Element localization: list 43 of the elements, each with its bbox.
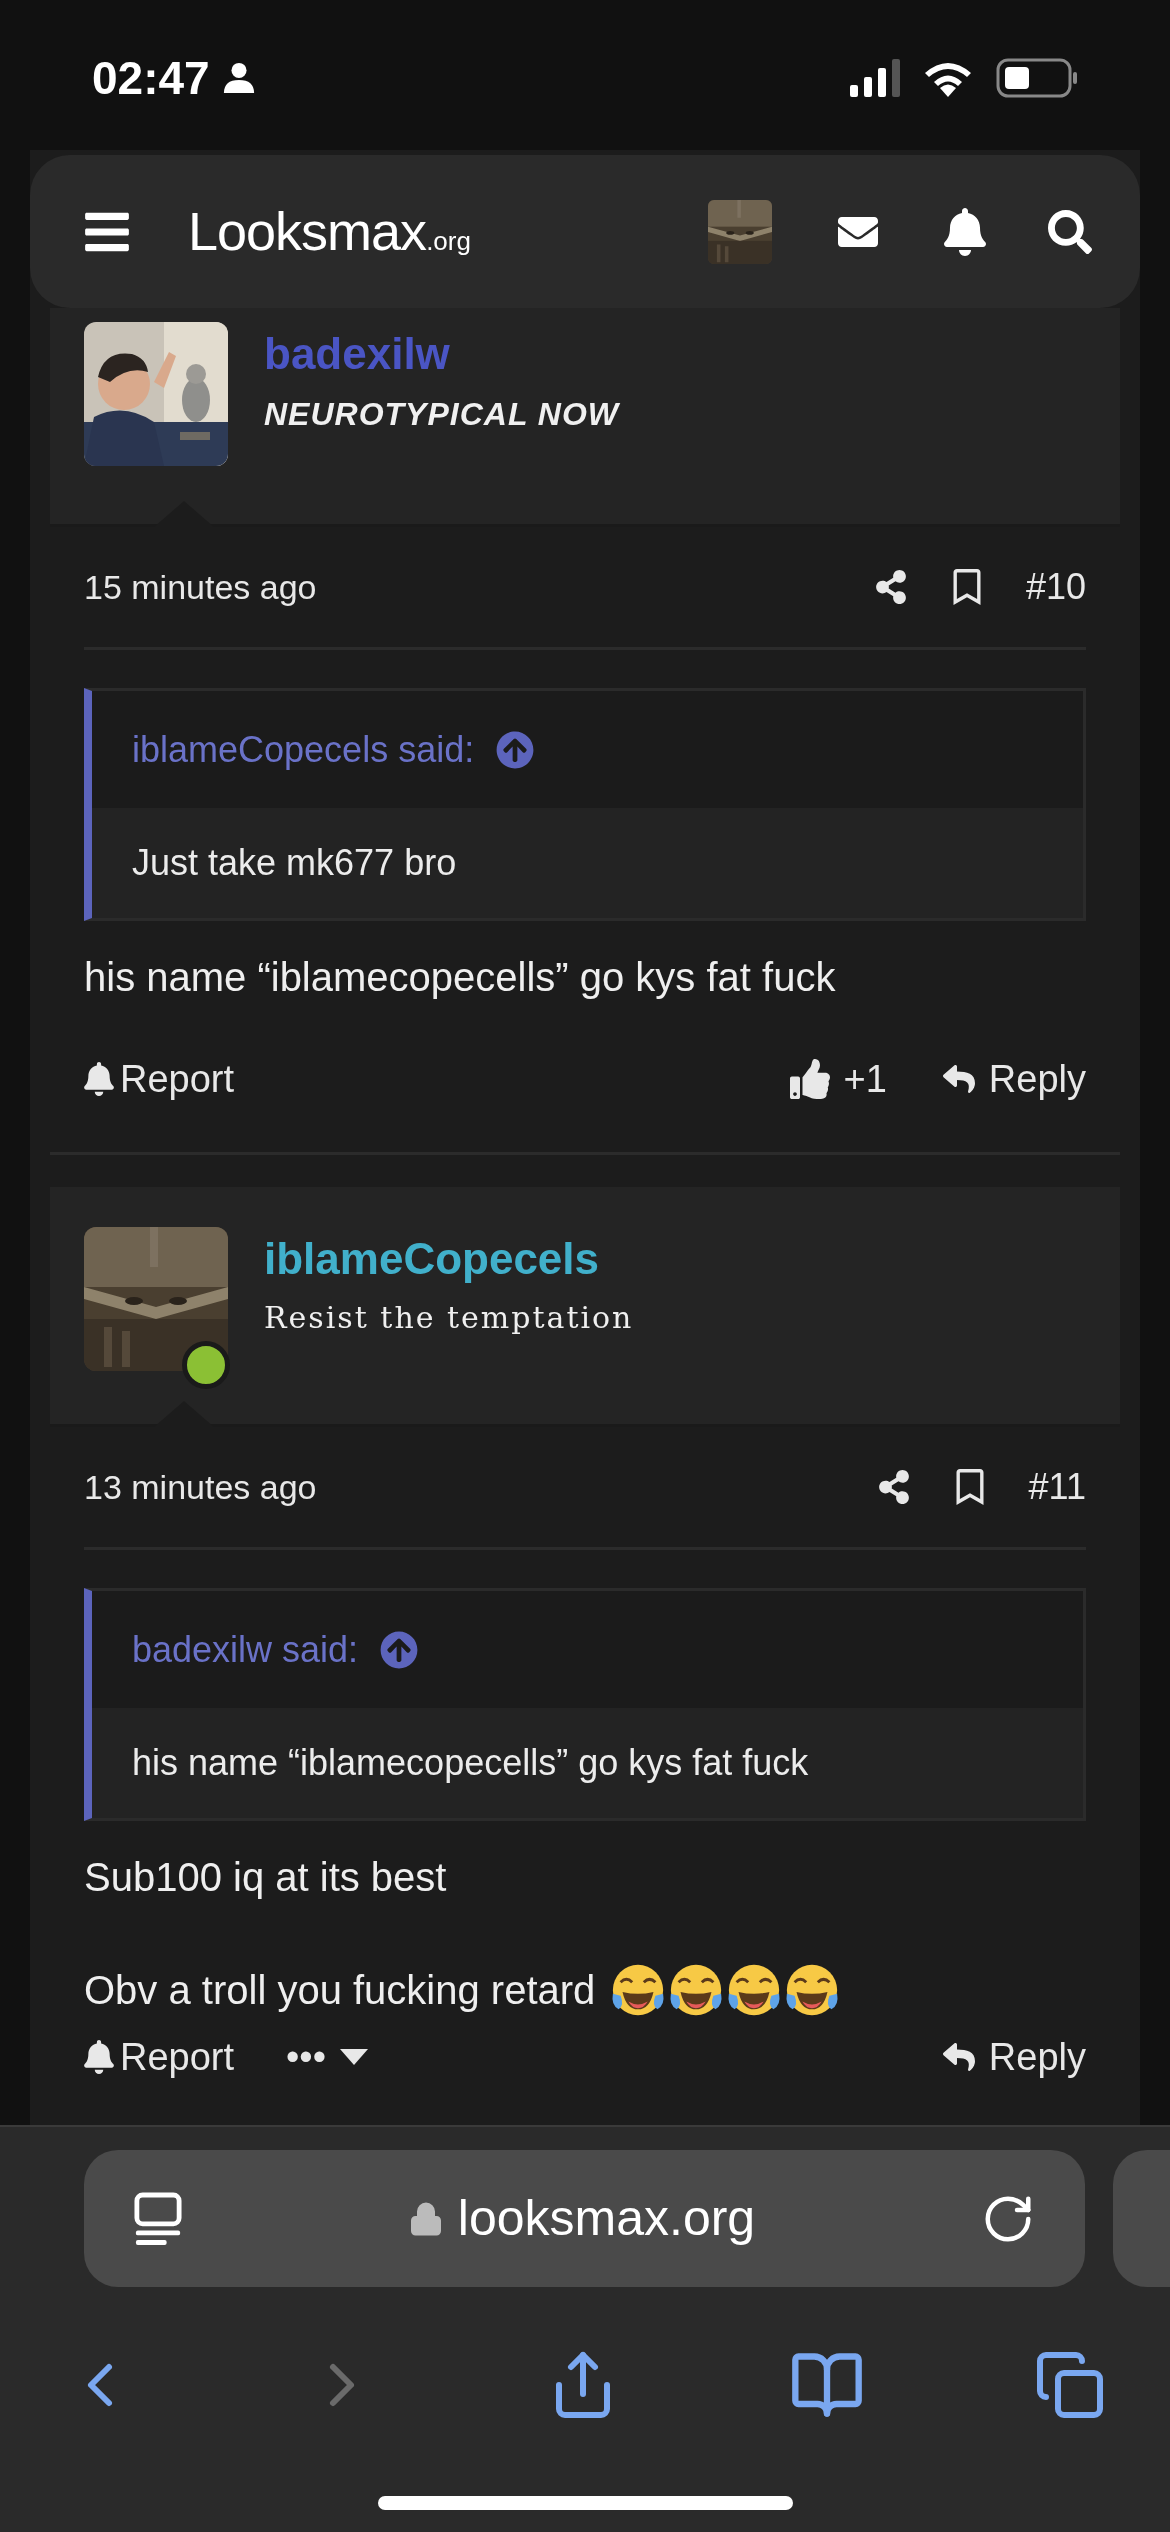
status-time: 02:47: [92, 50, 210, 106]
post-text: Sub100 iq at its best: [84, 1854, 447, 1901]
bell-icon[interactable]: [944, 207, 986, 256]
battery-icon: [996, 58, 1078, 98]
quote-text: Just take mk677 bro: [132, 841, 457, 885]
bookmark-icon[interactable]: [951, 569, 982, 605]
thumbs-up-icon: [789, 1059, 830, 1099]
signal-icon: [850, 59, 900, 97]
reply-icon: [940, 1063, 977, 1095]
reply-icon: [940, 2041, 977, 2073]
caret-icon: [340, 2049, 368, 2065]
post-text: his name “iblamecopecells” go kys fat fuck: [84, 954, 836, 1001]
post-time[interactable]: 13 minutes ago: [84, 1461, 317, 1513]
post-number[interactable]: #11: [1028, 1460, 1086, 1514]
post-time[interactable]: 15 minutes ago: [84, 561, 317, 613]
like-button[interactable]: +1: [789, 1059, 887, 1099]
reader-icon[interactable]: [134, 2191, 182, 2246]
share-icon[interactable]: [873, 570, 908, 604]
bookmark-icon[interactable]: [954, 1469, 985, 1505]
reply-button[interactable]: Reply: [940, 2038, 1086, 2076]
post-text: Obv a troll you fucking retard: [84, 1967, 596, 2014]
person-icon: [221, 61, 256, 95]
bell-icon: [84, 1062, 114, 1096]
jump-up-icon[interactable]: [496, 730, 535, 769]
quote-text: his name “iblamecopecells” go kys fat fuck: [132, 1741, 809, 1785]
address-bar[interactable]: looksmax.org: [84, 2150, 1085, 2287]
user-title: Resist the temptation: [264, 1303, 634, 1333]
report-button[interactable]: Report: [84, 2038, 235, 2076]
more-button[interactable]: •••: [286, 2038, 368, 2076]
reply-button[interactable]: Reply: [940, 1060, 1086, 1098]
site-logo[interactable]: Looksmax.org: [188, 191, 471, 272]
report-button[interactable]: Report: [84, 1060, 235, 1098]
user-title: NEUROTYPICAL NOW: [264, 398, 619, 430]
post-number[interactable]: #10: [1025, 560, 1086, 614]
quote-attribution[interactable]: badexilw said:: [132, 1622, 359, 1677]
search-icon[interactable]: [1048, 209, 1092, 254]
quote-attribution[interactable]: iblameCopecels said:: [132, 722, 475, 777]
tabs-icon[interactable]: [1034, 2349, 1106, 2421]
jump-up-icon[interactable]: [380, 1630, 419, 1669]
share-icon[interactable]: [876, 1470, 911, 1504]
url-text[interactable]: looksmax.org: [457, 2181, 756, 2256]
bell-icon: [84, 2040, 114, 2074]
username-link[interactable]: iblameCopecels: [264, 1237, 634, 1281]
